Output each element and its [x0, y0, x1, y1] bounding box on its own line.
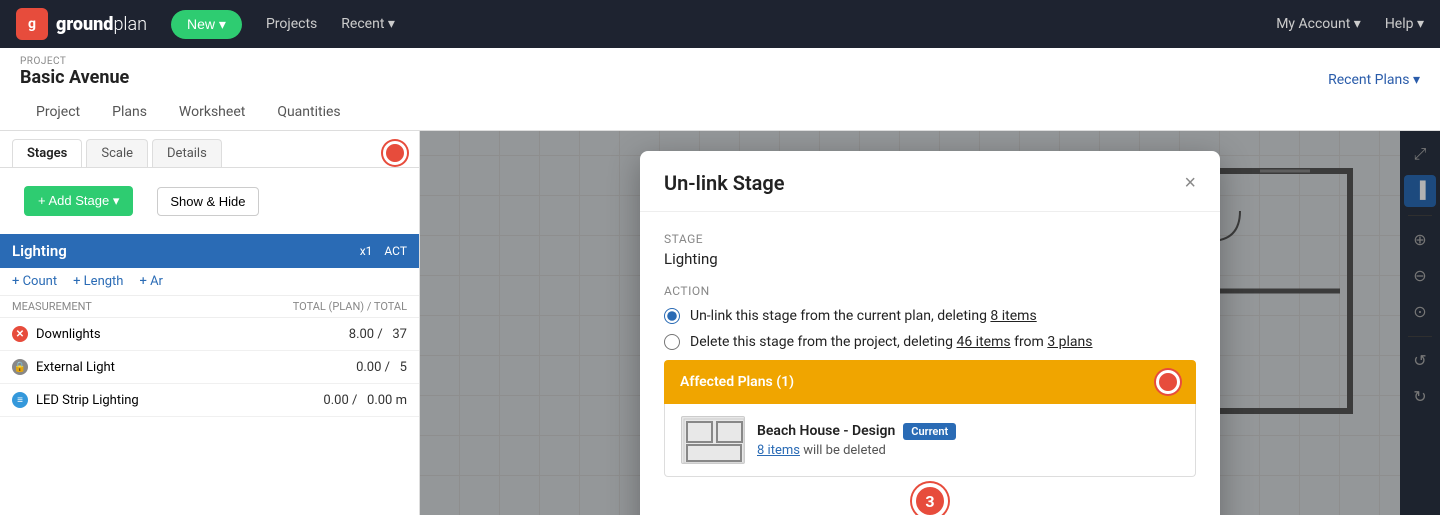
- navbar-right: My Account ▾ Help ▾: [1276, 16, 1424, 32]
- sub-header: PROJECT Basic Avenue Recent Plans ▾ Proj…: [0, 48, 1440, 131]
- plan-name: Beach House - Design Current: [757, 423, 1179, 440]
- project-label: PROJECT: [20, 56, 1420, 67]
- action-label: Action: [664, 284, 1196, 298]
- row-name: LED Strip Lighting: [36, 393, 139, 408]
- table-row: ✕ Downlights 8.00 / 37: [0, 318, 419, 351]
- row-name: Downlights: [36, 327, 101, 342]
- modal-title: Un-link Stage: [664, 171, 785, 195]
- affected-plans-header: Affected Plans (1): [664, 360, 1196, 404]
- tab-project[interactable]: Project: [20, 96, 96, 130]
- main-content: Stages Scale Details + Add Stage ▾ Show …: [0, 131, 1440, 515]
- plan-item: Beach House - Design Current 8 items wil…: [665, 404, 1195, 476]
- measurement-col-header: MEASUREMENT: [12, 300, 293, 313]
- new-button[interactable]: New ▾: [171, 10, 242, 39]
- stage-x-label: x1: [360, 244, 373, 258]
- tab-quantities[interactable]: Quantities: [261, 96, 356, 130]
- modal-backdrop: Un-link Stage × Stage Lighting Action Un…: [420, 131, 1440, 515]
- radio-option-1: Un-link this stage from the current plan…: [664, 308, 1196, 324]
- stage-name: Lighting: [12, 242, 67, 260]
- canvas-area: BEDROOM ⤢ ▐ ⊕ ⊖ ⊙ ↺ ↻ Un-link Stage ×: [420, 131, 1440, 515]
- total-col-header: TOTAL (PLAN) / TOTAL: [293, 300, 407, 313]
- my-account-link[interactable]: My Account ▾: [1276, 16, 1361, 32]
- option2-link2[interactable]: 3 plans: [1047, 334, 1092, 350]
- count-action[interactable]: + Count: [12, 274, 57, 289]
- row-name: External Light: [36, 360, 115, 375]
- length-action[interactable]: + Length: [73, 274, 123, 289]
- logo-icon: g: [16, 8, 48, 40]
- area-action[interactable]: + Ar: [139, 274, 163, 289]
- radio-delete[interactable]: [664, 334, 680, 350]
- option1-link[interactable]: 8 items: [990, 308, 1036, 324]
- stage-field-value: Lighting: [664, 250, 1196, 268]
- tab-worksheet[interactable]: Worksheet: [163, 96, 261, 130]
- row-led-strip: ≡ LED Strip Lighting: [12, 392, 323, 408]
- modal-close-button[interactable]: ×: [1184, 173, 1196, 193]
- row-value: 0.00 / 0.00 m: [323, 393, 407, 408]
- unlink-stage-modal: Un-link Stage × Stage Lighting Action Un…: [640, 151, 1220, 515]
- add-stage-button[interactable]: + Add Stage ▾: [24, 186, 133, 216]
- table-row: ≡ LED Strip Lighting 0.00 / 0.00 m: [0, 384, 419, 417]
- project-title: Basic Avenue: [20, 67, 129, 88]
- stage-section-header: Lighting x1 ACT: [0, 234, 419, 268]
- table-header: MEASUREMENT TOTAL (PLAN) / TOTAL: [0, 296, 419, 318]
- plan-thumbnail: [681, 416, 745, 464]
- logo-text: groundplan: [56, 14, 147, 35]
- plan-thumbnail-svg: [682, 417, 745, 464]
- option2-text: Delete this stage from the project, dele…: [690, 334, 1093, 350]
- stage-act-label: ACT: [384, 244, 407, 258]
- tab-plans[interactable]: Plans: [96, 96, 163, 130]
- help-link[interactable]: Help ▾: [1385, 16, 1424, 32]
- step-badge: 3: [912, 483, 948, 515]
- logo: g groundplan: [16, 8, 147, 40]
- stage-field-label: Stage: [664, 232, 1196, 246]
- plan-info: Beach House - Design Current 8 items wil…: [757, 423, 1179, 458]
- affected-plans-body: Beach House - Design Current 8 items wil…: [664, 404, 1196, 477]
- tab-scale[interactable]: Scale: [86, 139, 148, 167]
- table-row: 🔒 External Light 0.00 / 5: [0, 351, 419, 384]
- row-downlights: ✕ Downlights: [12, 326, 347, 342]
- projects-link[interactable]: Projects: [266, 16, 317, 32]
- panel-tabs: Stages Scale Details: [0, 131, 419, 168]
- tab-details[interactable]: Details: [152, 139, 222, 167]
- row-value: 0.00 / 5: [347, 360, 407, 375]
- modal-body: Stage Lighting Action Un-link this stage…: [640, 212, 1220, 513]
- option2-link1[interactable]: 46 items: [956, 334, 1010, 350]
- plan-desc: 8 items will be deleted: [757, 443, 1179, 458]
- modal-header: Un-link Stage ×: [640, 151, 1220, 212]
- show-hide-button[interactable]: Show & Hide: [157, 187, 258, 216]
- bars-icon: ≡: [12, 392, 28, 408]
- stage-actions: + Count + Length + Ar: [0, 268, 419, 296]
- row-value: 8.00 / 37: [347, 327, 407, 342]
- recent-plans-button[interactable]: Recent Plans ▾: [1328, 72, 1420, 96]
- tab-stages[interactable]: Stages: [12, 139, 82, 167]
- sub-tabs: Project Plans Worksheet Quantities: [20, 96, 1420, 130]
- current-badge: Current: [903, 423, 956, 440]
- annotation-dot-2: [1156, 370, 1180, 394]
- radio-unlink[interactable]: [664, 308, 680, 324]
- row-external-light: 🔒 External Light: [12, 359, 347, 375]
- x-icon: ✕: [12, 326, 28, 342]
- plan-desc-link[interactable]: 8 items: [757, 443, 800, 458]
- left-panel: Stages Scale Details + Add Stage ▾ Show …: [0, 131, 420, 515]
- lock-icon: 🔒: [12, 359, 28, 375]
- recent-link[interactable]: Recent ▾: [341, 16, 395, 32]
- annotation-dot-1: [383, 141, 407, 165]
- radio-option-2: Delete this stage from the project, dele…: [664, 334, 1196, 350]
- navbar: g groundplan New ▾ Projects Recent ▾ My …: [0, 0, 1440, 48]
- affected-plans-label: Affected Plans (1): [680, 374, 794, 390]
- option1-text: Un-link this stage from the current plan…: [690, 308, 1037, 324]
